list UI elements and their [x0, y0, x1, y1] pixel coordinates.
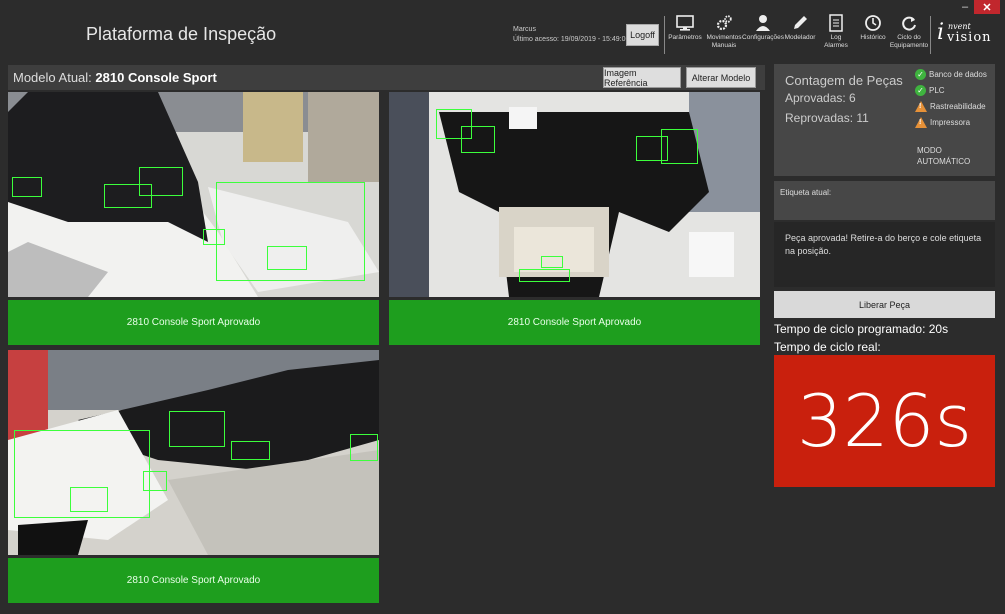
gears-icon — [716, 15, 732, 31]
real-cycle-timer: 326s — [774, 355, 995, 487]
toolbar-historico[interactable]: Histórico — [856, 14, 890, 56]
status-printer: ! Impressora — [915, 117, 970, 128]
detection-box — [231, 441, 270, 460]
detection-box — [12, 177, 42, 197]
camera-view-1 — [8, 92, 379, 297]
programmed-cycle-time: Tempo de ciclo programado: 20s — [774, 322, 949, 336]
camera-view-2 — [389, 92, 760, 297]
model-name: 2810 Console Sport — [95, 70, 217, 85]
toolbar-label: Configurações — [742, 34, 784, 41]
detection-box — [267, 246, 307, 270]
toolbar-movimentos[interactable]: Movimentos Manuais — [704, 14, 744, 56]
clock-icon — [865, 15, 881, 31]
release-part-button[interactable]: Liberar Peça — [774, 291, 995, 318]
toolbar-label: Parâmetros — [668, 34, 702, 41]
logo-bottom: vision — [947, 30, 992, 45]
toolbar-label: Modelador — [784, 34, 816, 41]
count-panel: Contagem de Peças Aprovadas: 6 Reprovada… — [774, 64, 995, 176]
detection-box — [169, 411, 225, 447]
rejected-count: Reprovadas: 11 — [785, 111, 869, 125]
user-name: Marcus — [513, 26, 536, 33]
model-bar: Modelo Atual: 2810 Console Sport Imagem … — [8, 65, 765, 90]
status-label: Banco de dados — [929, 70, 987, 79]
camera-status-1: 2810 Console Sport Aprovado — [8, 300, 379, 345]
detection-box — [461, 126, 495, 153]
approved-count: Aprovadas: 6 — [785, 91, 856, 105]
model-prefix: Modelo Atual: — [13, 70, 92, 85]
message-text: Peça aprovada! Retire-a do berço e cole … — [785, 233, 982, 256]
last-access: Último acesso: 19/09/2019 - 15:49:05 — [513, 36, 630, 43]
toolbar-label: Ciclo do Equipamento — [889, 34, 929, 49]
mode-line2: AUTOMÁTICO — [917, 157, 971, 166]
toolbar-parametros[interactable]: Parâmetros — [667, 14, 703, 56]
reference-image-button[interactable]: Imagem Referência — [603, 67, 681, 88]
toolbar-ciclo[interactable]: Ciclo do Equipamento — [890, 14, 928, 56]
refresh-icon — [902, 16, 916, 31]
warning-icon: ! — [915, 101, 927, 112]
toolbar-label: Histórico — [860, 34, 886, 41]
check-icon: ✓ — [915, 69, 926, 80]
detection-box — [519, 269, 570, 282]
toolbar-divider — [930, 16, 931, 54]
camera-status-2: 2810 Console Sport Aprovado — [389, 300, 760, 345]
close-button[interactable]: ✕ — [974, 0, 1000, 14]
detection-box — [70, 487, 108, 512]
detection-box — [541, 256, 563, 268]
mode-line1: MODO — [917, 146, 942, 155]
status-label: Rastreabilidade — [930, 102, 986, 111]
status-traceability: ! Rastreabilidade — [915, 101, 986, 112]
toolbar-log-alarmes[interactable]: Log Alarmes — [818, 14, 854, 56]
camera-status-3: 2810 Console Sport Aprovado — [8, 558, 379, 603]
logo-letter: i — [937, 20, 945, 45]
toolbar-label: Movimentos Manuais — [706, 34, 742, 49]
change-model-button[interactable]: Alterar Modelo — [686, 67, 756, 88]
toolbar-configuracoes[interactable]: Configurações — [742, 14, 784, 56]
detection-box — [139, 167, 183, 196]
status-database: ✓ Banco de dados — [915, 69, 987, 80]
current-label-panel: Etiqueta atual: — [774, 181, 995, 220]
app-title: Plataforma de Inspeção — [86, 24, 277, 44]
status-label: PLC — [929, 86, 945, 95]
current-model: Modelo Atual: 2810 Console Sport — [13, 70, 217, 85]
status-label: Impressora — [930, 118, 971, 127]
real-cycle-time-label: Tempo de ciclo real: — [774, 340, 881, 354]
toolbar-modelador[interactable]: Modelador — [783, 14, 817, 56]
status-plc: ✓ PLC — [915, 85, 945, 96]
camera-view-3 — [8, 350, 379, 555]
warning-icon: ! — [915, 117, 927, 128]
count-title: Contagem de Peças — [785, 73, 903, 88]
monitor-icon — [676, 15, 694, 31]
pencil-icon — [794, 16, 807, 29]
message-panel: Peça aprovada! Retire-a do berço e cole … — [774, 222, 995, 287]
check-icon: ✓ — [915, 85, 926, 96]
toolbar-divider — [664, 16, 665, 54]
toolbar-label: Log Alarmes — [824, 34, 848, 49]
minimize-button[interactable]: – — [954, 0, 976, 14]
current-label-title: Etiqueta atual: — [780, 188, 832, 197]
detection-box — [661, 129, 698, 164]
logoff-button[interactable]: Logoff — [626, 24, 659, 46]
user-icon — [756, 15, 770, 31]
detection-box — [143, 471, 167, 491]
detection-box — [350, 434, 378, 461]
operation-mode: MODO AUTOMÁTICO — [917, 145, 970, 167]
document-icon — [829, 14, 843, 32]
